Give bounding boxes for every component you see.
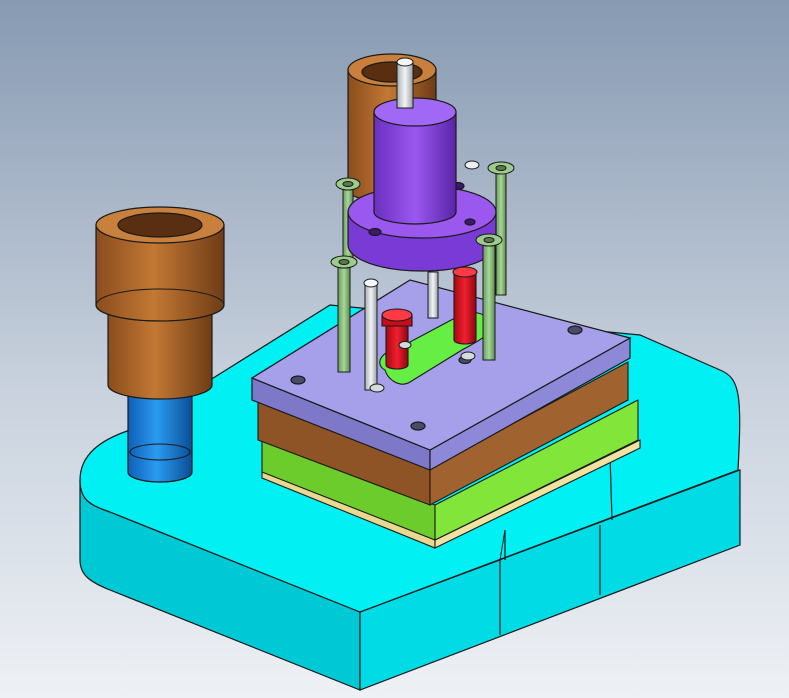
shank	[373, 97, 457, 225]
guide-bushing-left	[95, 206, 225, 400]
shank-pin	[396, 57, 414, 109]
center-pins	[427, 271, 439, 319]
cad-viewport	[0, 0, 789, 698]
die-assembly-model	[0, 0, 789, 698]
